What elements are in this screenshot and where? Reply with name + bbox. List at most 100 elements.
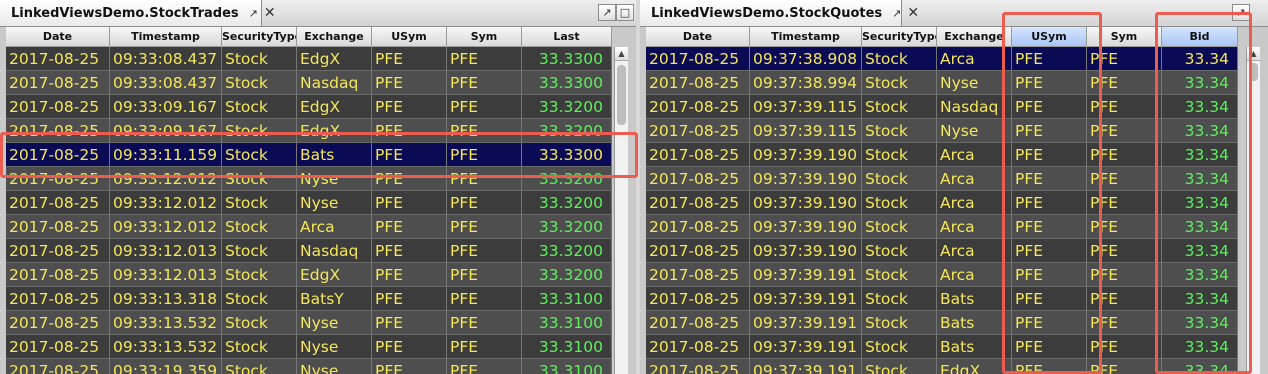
table-row[interactable]: 2017-08-25 09:33:12.012 Stock Arca PFE PFE 33.… — [6, 215, 612, 239]
cell-sym[interactable]: PFE — [1087, 47, 1162, 71]
cell-date[interactable]: 2017-08-25 — [646, 263, 750, 287]
cell-securitytype[interactable]: Stock — [862, 359, 937, 374]
cell-securitytype[interactable]: Stock — [222, 239, 297, 263]
table-row[interactable]: 2017-08-25 09:33:08.437 Stock Nasdaq PFE PFE 3… — [6, 71, 612, 95]
table-row[interactable]: 2017-08-25 09:33:12.013 Stock EdgX PFE PFE 33.… — [6, 263, 612, 287]
cell-timestamp[interactable]: 09:37:39.190 — [750, 215, 862, 239]
cell-securitytype[interactable]: Stock — [862, 311, 937, 335]
cell-securitytype[interactable]: Stock — [222, 95, 297, 119]
table-row[interactable]: 2017-08-25 09:37:39.190 Stock Arca PFE PFE 33.… — [646, 143, 1238, 167]
cell-usym[interactable]: PFE — [1012, 47, 1087, 71]
col-header-usym[interactable]: USym — [372, 27, 447, 47]
cell-securitytype[interactable]: Stock — [222, 263, 297, 287]
cell-usym[interactable]: PFE — [372, 95, 447, 119]
cell-price[interactable]: 33.3200 — [522, 215, 612, 239]
table-row[interactable]: 2017-08-25 09:37:39.115 Stock Nasdaq PFE PFE 3… — [646, 95, 1238, 119]
col-header-timestamp[interactable]: Timestamp — [110, 27, 222, 47]
cell-exchange[interactable]: BatsY — [297, 287, 372, 311]
cell-usym[interactable]: PFE — [372, 311, 447, 335]
stock-trades-tab[interactable]: LinkedViewsDemo.StockTrades ↗ ✕ — [0, 0, 276, 26]
cell-date[interactable]: 2017-08-25 — [646, 335, 750, 359]
cell-timestamp[interactable]: 09:33:12.012 — [110, 215, 222, 239]
cell-exchange[interactable]: Nasdaq — [297, 239, 372, 263]
cell-securitytype[interactable]: Stock — [222, 71, 297, 95]
cell-securitytype[interactable]: Stock — [862, 263, 937, 287]
cell-securitytype[interactable]: Stock — [862, 167, 937, 191]
table-row[interactable]: 2017-08-25 09:37:39.191 Stock EdgX PFE PFE 33.… — [646, 359, 1238, 374]
cell-date[interactable]: 2017-08-25 — [6, 239, 110, 263]
cell-timestamp[interactable]: 09:37:39.191 — [750, 359, 862, 374]
cell-timestamp[interactable]: 09:37:39.191 — [750, 287, 862, 311]
cell-sym[interactable]: PFE — [1087, 215, 1162, 239]
cell-exchange[interactable]: Nyse — [297, 167, 372, 191]
cell-date[interactable]: 2017-08-25 — [646, 191, 750, 215]
cell-usym[interactable]: PFE — [372, 359, 447, 374]
cell-date[interactable]: 2017-08-25 — [6, 71, 110, 95]
cell-usym[interactable]: PFE — [1012, 359, 1087, 374]
cell-exchange[interactable]: Nasdaq — [297, 71, 372, 95]
table-row[interactable]: 2017-08-25 09:33:09.167 Stock EdgX PFE PFE 33.… — [6, 95, 612, 119]
table-row[interactable]: 2017-08-25 09:33:12.013 Stock Nasdaq PFE PFE 3… — [6, 239, 612, 263]
cell-price[interactable]: 33.34 — [1162, 95, 1238, 119]
cell-date[interactable]: 2017-08-25 — [6, 263, 110, 287]
cell-price[interactable]: 33.34 — [1162, 143, 1238, 167]
cell-timestamp[interactable]: 09:37:39.191 — [750, 311, 862, 335]
cell-price[interactable]: 33.3200 — [522, 119, 612, 143]
col-header-securitytype[interactable]: SecurityType — [222, 27, 297, 47]
cell-timestamp[interactable]: 09:33:13.532 — [110, 335, 222, 359]
cell-date[interactable]: 2017-08-25 — [646, 71, 750, 95]
cell-price[interactable]: 33.34 — [1162, 167, 1238, 191]
cell-sym[interactable]: PFE — [447, 311, 522, 335]
pin-icon[interactable]: ↗ — [249, 7, 258, 20]
table-row[interactable]: 2017-08-25 09:33:13.532 Stock Nyse PFE PFE 33.… — [6, 311, 612, 335]
cell-price[interactable]: 33.34 — [1162, 47, 1238, 71]
cell-date[interactable]: 2017-08-25 — [646, 143, 750, 167]
table-row[interactable]: 2017-08-25 09:37:39.190 Stock Arca PFE PFE 33.… — [646, 215, 1238, 239]
cell-sym[interactable]: PFE — [1087, 263, 1162, 287]
cell-sym[interactable]: PFE — [1087, 119, 1162, 143]
cell-exchange[interactable]: EdgX — [297, 119, 372, 143]
cell-usym[interactable]: PFE — [372, 287, 447, 311]
cell-sym[interactable]: PFE — [447, 215, 522, 239]
cell-price[interactable]: 33.34 — [1162, 359, 1238, 374]
table-row[interactable]: 2017-08-25 09:37:38.908 Stock Arca PFE PFE 33.… — [646, 47, 1238, 71]
cell-date[interactable]: 2017-08-25 — [6, 143, 110, 167]
cell-usym[interactable]: PFE — [1012, 263, 1087, 287]
cell-usym[interactable]: PFE — [372, 119, 447, 143]
cell-usym[interactable]: PFE — [1012, 239, 1087, 263]
cell-price[interactable]: 33.34 — [1162, 215, 1238, 239]
cell-securitytype[interactable]: Stock — [862, 71, 937, 95]
cell-price[interactable]: 33.3200 — [522, 95, 612, 119]
cell-timestamp[interactable]: 09:33:13.318 — [110, 287, 222, 311]
cell-timestamp[interactable]: 09:37:39.191 — [750, 263, 862, 287]
table-row[interactable]: 2017-08-25 09:37:39.191 Stock Bats PFE PFE 33.… — [646, 311, 1238, 335]
cell-usym[interactable]: PFE — [1012, 143, 1087, 167]
panel-menu-button[interactable]: ↗ — [1232, 4, 1250, 21]
cell-usym[interactable]: PFE — [372, 335, 447, 359]
cell-date[interactable]: 2017-08-25 — [646, 215, 750, 239]
cell-sym[interactable]: PFE — [447, 71, 522, 95]
cell-sym[interactable]: PFE — [447, 143, 522, 167]
cell-date[interactable]: 2017-08-25 — [646, 47, 750, 71]
cell-usym[interactable]: PFE — [1012, 287, 1087, 311]
cell-securitytype[interactable]: Stock — [862, 215, 937, 239]
cell-sym[interactable]: PFE — [447, 95, 522, 119]
table-row[interactable]: 2017-08-25 09:37:39.115 Stock Nyse PFE PFE 33.… — [646, 119, 1238, 143]
cell-securitytype[interactable]: Stock — [222, 335, 297, 359]
table-row[interactable]: 2017-08-25 09:37:39.191 Stock Bats PFE PFE 33.… — [646, 335, 1238, 359]
cell-securitytype[interactable]: Stock — [862, 287, 937, 311]
cell-price[interactable]: 33.34 — [1162, 119, 1238, 143]
cell-exchange[interactable]: Nyse — [937, 71, 1012, 95]
cell-exchange[interactable]: Bats — [937, 287, 1012, 311]
cell-date[interactable]: 2017-08-25 — [6, 287, 110, 311]
cell-sym[interactable]: PFE — [447, 359, 522, 374]
stock-trades-scrollbar[interactable]: ▲ — [614, 47, 628, 374]
cell-price[interactable]: 33.34 — [1162, 263, 1238, 287]
cell-exchange[interactable]: Bats — [297, 143, 372, 167]
cell-securitytype[interactable]: Stock — [862, 335, 937, 359]
cell-timestamp[interactable]: 09:33:12.012 — [110, 191, 222, 215]
table-row[interactable]: 2017-08-25 09:33:11.159 Stock Bats PFE PFE 33.… — [6, 143, 612, 167]
cell-usym[interactable]: PFE — [1012, 335, 1087, 359]
cell-timestamp[interactable]: 09:33:08.437 — [110, 47, 222, 71]
cell-date[interactable]: 2017-08-25 — [6, 191, 110, 215]
